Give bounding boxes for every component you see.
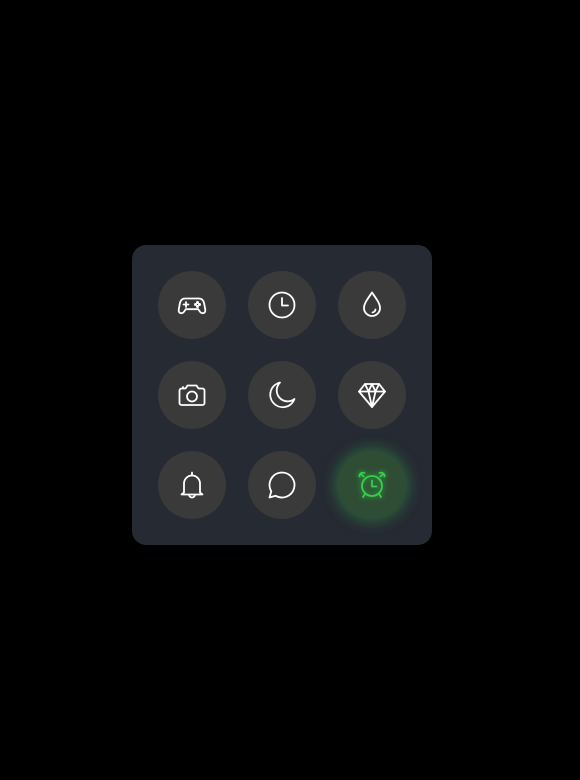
gamepad-button[interactable] — [158, 271, 226, 339]
water-drop-icon — [356, 289, 388, 321]
icon-grid-panel — [132, 245, 432, 545]
moon-icon — [266, 379, 298, 411]
chat-bubble-icon — [266, 469, 298, 501]
alarm-clock-button[interactable] — [338, 451, 406, 519]
camera-icon — [176, 379, 208, 411]
camera-button[interactable] — [158, 361, 226, 429]
bell-icon — [176, 469, 208, 501]
chat-button[interactable] — [248, 451, 316, 519]
moon-button[interactable] — [248, 361, 316, 429]
clock-icon — [266, 289, 298, 321]
bell-button[interactable] — [158, 451, 226, 519]
gamepad-icon — [176, 289, 208, 321]
diamond-icon — [356, 379, 388, 411]
alarm-clock-icon — [356, 469, 388, 501]
icon-grid — [158, 271, 406, 519]
water-drop-button[interactable] — [338, 271, 406, 339]
diamond-button[interactable] — [338, 361, 406, 429]
clock-button[interactable] — [248, 271, 316, 339]
stage — [0, 0, 580, 780]
